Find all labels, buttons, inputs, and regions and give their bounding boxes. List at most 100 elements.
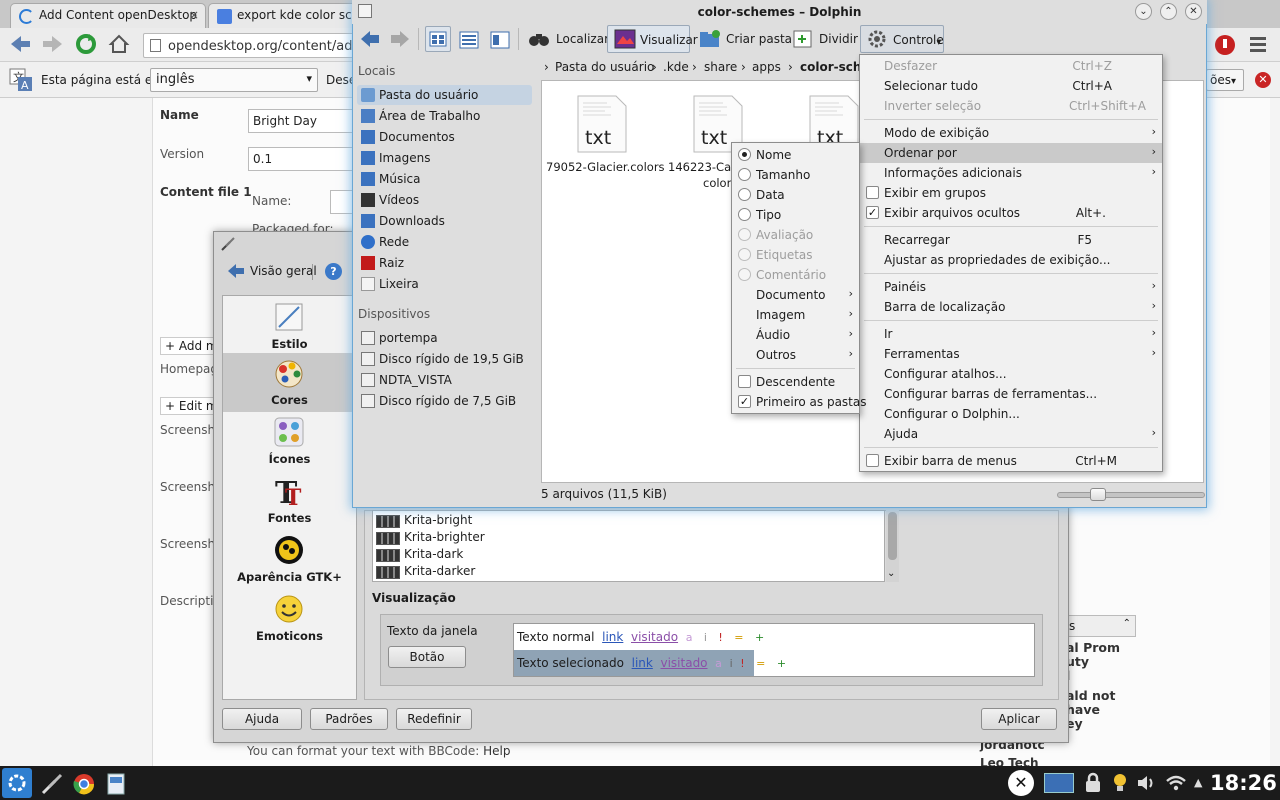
chevron-down-icon[interactable]: ⌄ [887,568,895,579]
list-item[interactable]: Krita-dark [376,547,876,564]
chrome-task-icon[interactable] [72,772,96,796]
list-item[interactable]: Krita-brighter [376,530,876,547]
browser-tab-opendesktop[interactable]: Add Content openDesktop × [10,3,206,28]
dolphin-task-icon[interactable] [104,772,128,796]
place-downloads[interactable]: Downloads [357,211,532,231]
split-button[interactable]: Dividir [793,25,858,53]
checkbox-unchecked[interactable] [866,186,879,199]
color-scheme-list[interactable]: Krita-bright Krita-brighter Krita-dark K… [372,510,885,582]
place-videos[interactable]: Vídeos [357,190,532,210]
minimize-icon[interactable]: ⌄ [1135,3,1152,20]
columns-view-icon[interactable] [488,28,512,52]
maximize-icon[interactable]: ⌃ [1160,3,1177,20]
tray-expand-icon[interactable]: ▲ [1194,776,1202,789]
category-colors[interactable]: Cores [223,353,356,412]
stop-extension-icon[interactable] [1213,33,1237,57]
forward-arrow-icon[interactable] [389,29,411,49]
place-music[interactable]: Música [357,169,532,189]
close-translate-icon[interactable]: ✕ [1255,72,1271,88]
back-arrow-icon[interactable] [359,29,381,49]
checkbox-unchecked[interactable] [866,454,879,467]
menu-item-show-menubar[interactable]: Exibir barra de menus Ctrl+M [860,451,1162,471]
device-item[interactable]: Disco rígido de 19,5 GiB [357,349,532,369]
file-name[interactable]: 79052-Glacier.colors [546,160,665,174]
zoom-slider[interactable] [1057,492,1205,498]
radio-selected-icon[interactable] [738,148,751,161]
forward-arrow-icon[interactable] [41,33,65,55]
wifi-icon[interactable] [1165,773,1187,793]
edit-more-button[interactable]: + Edit m [160,397,220,415]
place-trash[interactable]: Lixeira [357,274,532,294]
checkbox-checked-icon[interactable]: ✓ [738,395,751,408]
radio-icon[interactable] [738,188,751,201]
sort-submenu-other[interactable]: Outros › [732,345,859,365]
radio-icon[interactable] [738,168,751,181]
clock[interactable]: 18:26 [1210,771,1277,795]
menu-item-additional-info[interactable]: Informações adicionais › [860,163,1162,183]
home-icon[interactable] [108,33,130,55]
menu-item-help[interactable]: Ajuda › [860,424,1162,444]
overview-button[interactable]: Visão geral [224,261,320,281]
help-button[interactable]: Ajuda [222,708,302,730]
find-button[interactable]: Localizar [528,25,609,53]
sort-submenu-image[interactable]: Imagem › [732,305,859,325]
sort-by-size[interactable]: Tamanho [732,165,859,185]
menu-item-adjust-view[interactable]: Ajustar as propriedades de exibição... [860,250,1162,270]
reset-button[interactable]: Redefinir [396,708,472,730]
reload-icon[interactable] [75,33,97,55]
place-desktop[interactable]: Área de Trabalho [357,106,532,126]
close-circle-icon[interactable]: ✕ [1008,770,1034,796]
menu-item-reload[interactable]: Recarregar F5 [860,230,1162,250]
control-menu-button[interactable]: Controle ▾ [860,25,944,53]
device-item[interactable]: NDTA_VISTA [357,370,532,390]
category-emoticons[interactable]: Emoticons [223,589,356,648]
lock-icon[interactable] [1083,772,1103,794]
translate-options-button[interactable]: ões▾ [1206,69,1244,91]
menu-item-configure-shortcuts[interactable]: Configurar atalhos... [860,364,1162,384]
menu-item-show-hidden[interactable]: ✓ Exibir arquivos ocultos Alt+. [860,203,1162,223]
menu-item-panels[interactable]: Painéis › [860,277,1162,297]
menu-item-select-all[interactable]: Selecionar tudo Ctrl+A [860,76,1162,96]
menu-item-configure-dolphin[interactable]: Configurar o Dolphin... [860,404,1162,424]
version-input[interactable]: 0.1 [248,147,358,171]
category-gtk[interactable]: Aparência GTK+ [223,530,356,589]
category-style[interactable]: Estilo [223,297,356,356]
sort-submenu-document[interactable]: Documento › [732,285,859,305]
details-view-icon[interactable] [457,28,481,52]
browser-tab-google[interactable]: export kde color scheme [208,3,358,28]
menu-item-location-bar[interactable]: Barra de localização › [860,297,1162,317]
place-pictures[interactable]: Imagens [357,148,532,168]
system-settings-task-icon[interactable] [40,772,64,796]
file-item[interactable]: txt [577,95,627,153]
checkbox-checked-icon[interactable]: ✓ [866,206,879,219]
defaults-button[interactable]: Padrões [310,708,388,730]
side-panel-header[interactable]: s ⌃ [1064,615,1136,637]
desktop-pager-icon[interactable] [1044,773,1074,793]
scrollbar-thumb[interactable] [888,512,897,560]
place-root[interactable]: Raiz [357,253,532,273]
language-select[interactable]: inglês ▾ [150,68,318,92]
window-menu-icon[interactable] [358,4,372,18]
zoom-slider-handle[interactable] [1090,488,1106,501]
breadcrumb-item[interactable]: Pasta do usuário [555,60,654,74]
breadcrumb-item[interactable]: share [704,60,737,74]
sort-by-type[interactable]: Tipo [732,205,859,225]
radio-icon[interactable] [738,208,751,221]
category-fonts[interactable]: TT Fontes [223,471,356,530]
checkbox-unchecked[interactable] [738,375,751,388]
menu-item-tools[interactable]: Ferramentas › [860,344,1162,364]
new-folder-button[interactable]: Criar pasta [699,25,792,53]
apply-button[interactable]: Aplicar [981,708,1057,730]
back-arrow-icon[interactable] [8,33,32,55]
lightbulb-icon[interactable] [1111,772,1129,794]
add-more-button[interactable]: + Add m [160,337,220,355]
list-item[interactable]: Krita-darker [376,564,876,581]
volume-icon[interactable] [1136,773,1158,793]
place-network[interactable]: Rede [357,232,532,252]
address-bar[interactable]: opendesktop.org/content/add.php [143,33,363,58]
list-item[interactable]: Krita-bright [376,513,876,530]
menu-item-show-groups[interactable]: Exibir em grupos [860,183,1162,203]
close-icon[interactable]: ✕ [1185,3,1202,20]
place-documents[interactable]: Documentos [357,127,532,147]
sort-by-name[interactable]: Nome [732,145,859,165]
